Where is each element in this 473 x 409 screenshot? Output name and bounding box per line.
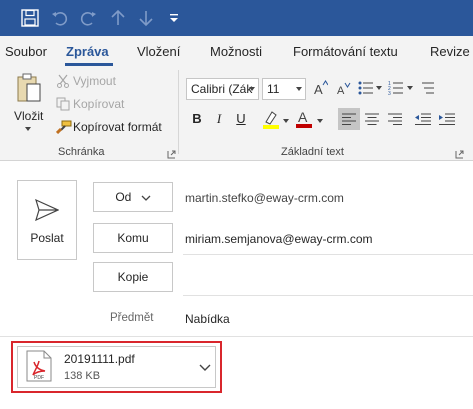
- tab-vlozeni[interactable]: Vložení: [137, 44, 180, 59]
- format-painter-button[interactable]: Kopírovat formát: [73, 120, 162, 134]
- undo-icon[interactable]: [50, 8, 70, 28]
- chevron-down-icon: [141, 195, 151, 201]
- cut-button[interactable]: Vyjmout: [73, 74, 116, 88]
- font-color-icon[interactable]: A: [295, 108, 313, 133]
- copy-icon[interactable]: [56, 97, 70, 114]
- tab-zprava[interactable]: Zpráva: [66, 44, 109, 59]
- attachment-name: 20191111.pdf: [64, 352, 135, 366]
- send-button[interactable]: Poslat: [17, 180, 77, 260]
- down-arrow-icon[interactable]: [136, 8, 156, 28]
- numbering-dropdown-icon[interactable]: [407, 86, 413, 90]
- copy-button[interactable]: Kopírovat: [73, 97, 124, 111]
- redo-icon[interactable]: [78, 8, 98, 28]
- bullets-icon[interactable]: [358, 80, 374, 99]
- tab-soubor[interactable]: Soubor: [5, 44, 47, 59]
- from-label: Od: [115, 190, 132, 204]
- multilevel-list-icon[interactable]: [420, 80, 434, 99]
- decrease-indent-button[interactable]: [412, 108, 434, 130]
- align-center-button[interactable]: [361, 108, 383, 130]
- paste-button[interactable]: Vložit: [14, 109, 43, 123]
- numbering-icon[interactable]: 123: [388, 80, 404, 99]
- clipboard-dialog-launcher-icon[interactable]: [167, 148, 176, 159]
- font-size-value: 11: [267, 82, 280, 96]
- from-value: martin.stefko@eway-crm.com: [185, 191, 344, 205]
- basic-text-dialog-launcher-icon[interactable]: [455, 148, 464, 159]
- svg-text:A: A: [314, 82, 323, 96]
- font-name-dropdown-icon: [249, 87, 255, 91]
- basic-text-group-label: Základní text: [281, 146, 344, 158]
- to-field-underline: [183, 254, 473, 255]
- align-right-button[interactable]: [384, 108, 406, 130]
- bullets-dropdown-icon[interactable]: [376, 86, 382, 90]
- shrink-font-icon[interactable]: A: [337, 82, 351, 99]
- cc-button[interactable]: Kopie: [93, 262, 173, 292]
- send-label: Poslat: [30, 231, 64, 245]
- format-painter-icon[interactable]: [55, 120, 72, 137]
- highlight-dropdown-icon[interactable]: [283, 119, 289, 123]
- subject-field[interactable]: Nabídka: [185, 312, 230, 326]
- paste-icon[interactable]: [16, 72, 42, 109]
- pdf-icon-label: PDF: [34, 375, 44, 381]
- font-name-value: Calibri (Zák: [191, 82, 253, 96]
- font-name-select[interactable]: Calibri (Zák: [186, 78, 259, 100]
- attachment-size: 138 KB: [64, 370, 101, 382]
- clipboard-group-label: Schránka: [58, 146, 105, 158]
- save-icon[interactable]: [20, 8, 40, 28]
- customize-qat-icon[interactable]: [168, 8, 188, 28]
- increase-indent-button[interactable]: [436, 108, 458, 130]
- paste-dropdown-icon[interactable]: [25, 127, 31, 131]
- tab-moznosti[interactable]: Možnosti: [210, 44, 262, 59]
- attachment-separator: [0, 336, 473, 337]
- tab-revize[interactable]: Revize: [430, 44, 470, 59]
- bold-button[interactable]: B: [186, 108, 208, 130]
- svg-text:3: 3: [388, 91, 391, 96]
- grow-font-icon[interactable]: A: [314, 80, 329, 99]
- highlight-color-icon[interactable]: [262, 110, 280, 133]
- cc-field-underline: [183, 295, 473, 296]
- pdf-file-icon: PDF: [26, 350, 52, 385]
- attachment-menu-chevron-icon[interactable]: [199, 361, 211, 375]
- quick-access-toolbar: [0, 0, 473, 36]
- cut-icon[interactable]: [56, 74, 70, 91]
- tab-formatovani-textu[interactable]: Formátování textu: [293, 44, 398, 59]
- group-separator: [178, 70, 179, 154]
- send-icon: [35, 198, 60, 224]
- ribbon-tabs: Soubor Zpráva Vložení Možnosti Formátová…: [0, 36, 473, 66]
- align-left-button[interactable]: [338, 108, 360, 130]
- font-size-select[interactable]: 11: [262, 78, 306, 100]
- svg-text:A: A: [298, 109, 308, 125]
- font-size-dropdown-icon: [296, 87, 302, 91]
- font-color-dropdown-icon[interactable]: [317, 119, 323, 123]
- to-field[interactable]: miriam.semjanova@eway-crm.com: [185, 232, 373, 246]
- svg-text:A: A: [337, 85, 345, 96]
- italic-button[interactable]: I: [208, 108, 230, 130]
- subject-label: Předmět: [110, 312, 154, 324]
- up-arrow-icon[interactable]: [108, 8, 128, 28]
- from-button[interactable]: Od: [93, 182, 173, 212]
- underline-button[interactable]: U: [230, 108, 252, 130]
- to-button[interactable]: Komu: [93, 223, 173, 253]
